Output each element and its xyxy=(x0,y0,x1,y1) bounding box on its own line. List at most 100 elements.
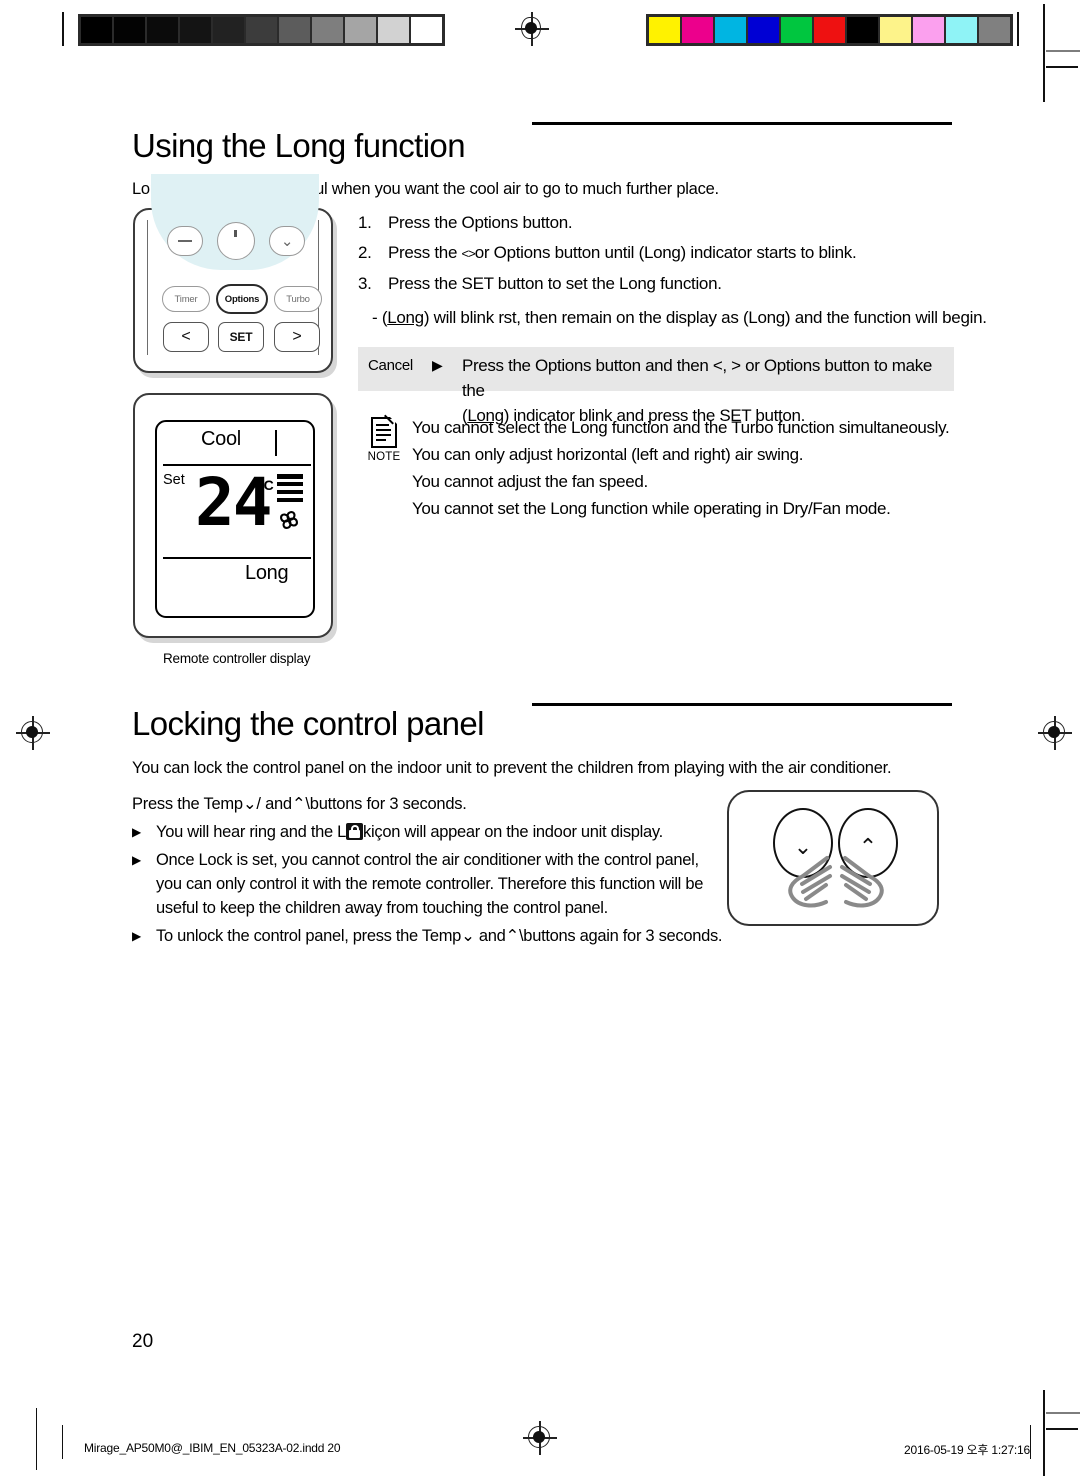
color-swatch xyxy=(649,17,680,43)
grayscale-swatch xyxy=(312,17,343,43)
color-swatch xyxy=(880,17,911,43)
note-line: You can only adjust horizontal (left and… xyxy=(412,445,804,464)
bullet-text: Once Lock is set, you cannot control the… xyxy=(156,851,704,917)
bullet-item: ▶ Once Lock is set, you cannot control t… xyxy=(132,848,732,920)
remote-chevron-down-icon: ⌄ xyxy=(269,226,305,256)
control-panel-illustration: ⌄ ⌃ xyxy=(727,790,939,926)
lcd-long-indicator: Long xyxy=(245,562,289,584)
section-title-locking-control-panel: Locking the control panel xyxy=(132,705,485,742)
lcd-divider-bottom xyxy=(163,557,311,560)
section2-instruction: Press the Temp⌄/ and⌃\buttons for 3 seco… xyxy=(132,795,467,813)
section2-bullet-list: ▶ You will hear ring and the Lkiçon will… xyxy=(132,820,732,948)
bullet-marker-icon: ▶ xyxy=(132,853,141,867)
section-title-rule-1 xyxy=(532,122,952,125)
registration-mark-left xyxy=(16,716,50,750)
remote-turbo-button[interactable]: Turbo xyxy=(274,286,322,312)
left-right-arrow-icon: <> xyxy=(461,246,476,261)
lcd-mode-label: Cool xyxy=(201,428,241,450)
calibration-tick-left xyxy=(62,12,64,46)
crop-mark-bottom-black xyxy=(1046,1428,1078,1430)
grayscale-swatch xyxy=(81,17,112,43)
lcd-fan-icon xyxy=(275,506,303,534)
section-title-using-long-function: Using the Long function xyxy=(132,127,466,164)
color-swatch xyxy=(715,17,746,43)
grayscale-swatch xyxy=(378,17,409,43)
bullet-marker-icon: ▶ xyxy=(132,929,141,943)
registration-mark-top xyxy=(515,12,549,46)
note-line: You cannot adjust the fan speed. xyxy=(412,472,648,491)
grayscale-swatch xyxy=(411,17,442,43)
remote-set-button[interactable]: SET xyxy=(218,322,264,352)
bullet-item: ▶ To unlock the control panel, press the… xyxy=(132,924,732,948)
calibration-tick-right xyxy=(1017,12,1019,46)
note-text-list: You cannot select the Long function and … xyxy=(412,414,950,522)
color-swatch xyxy=(946,17,977,43)
remote-controller-illustration: ⌄ Timer Options Turbo < SET > xyxy=(133,174,333,373)
remote-right-button[interactable]: > xyxy=(274,322,320,352)
grayscale-swatch xyxy=(114,17,145,43)
step-item: 3. Press the SET button to set the Long … xyxy=(358,269,998,299)
grayscale-swatch xyxy=(180,17,211,43)
footer-timestamp: 2016-05-19 오후 1:27:16 xyxy=(904,1443,1030,1457)
remote-display-illustration: Cool Set 24 °C Long xyxy=(133,393,333,638)
color-swatch xyxy=(913,17,944,43)
remote-timer-button[interactable]: Timer xyxy=(162,286,210,312)
grayscale-swatch xyxy=(246,17,277,43)
step-text: Press the SET button to set the Long fun… xyxy=(388,274,722,293)
bullet-marker-icon: ▶ xyxy=(132,825,141,839)
crop-mark-vertical-bottom-right xyxy=(1043,1390,1045,1476)
substep-underlined-term: Long xyxy=(387,308,424,327)
note-line: You cannot select the Long function and … xyxy=(412,418,950,437)
grayscale-swatch xyxy=(147,17,178,43)
section2-intro: You can lock the control panel on the in… xyxy=(132,759,892,777)
color-swatch xyxy=(814,17,845,43)
color-swatch xyxy=(781,17,812,43)
lcd-signal-bar xyxy=(275,430,277,456)
registration-mark-right xyxy=(1038,716,1072,750)
cancel-label: Cancel xyxy=(368,357,413,374)
lcd-set-label: Set xyxy=(163,472,185,488)
bullet-text: You will hear ring and the Lkiçon will a… xyxy=(156,823,663,841)
note-icon-group: NOTE xyxy=(356,406,412,522)
step-text: Press the <>or Options button until (Lon… xyxy=(388,243,857,262)
page-number: 20 xyxy=(132,1331,154,1352)
color-calibration-bar xyxy=(646,14,1013,46)
crop-mark-bottom-gray xyxy=(1046,1412,1080,1414)
note-callout: NOTE You cannot select the Long function… xyxy=(356,406,956,522)
color-swatch xyxy=(748,17,779,43)
display-caption: Remote controller display xyxy=(163,651,311,666)
note-label: NOTE xyxy=(367,451,401,463)
hand-icon-right xyxy=(833,850,891,920)
cancel-callout: Cancel ▶ Press the Options button and th… xyxy=(358,347,954,425)
footer-rule-left xyxy=(62,1425,64,1459)
crop-mark-horizontal-black xyxy=(1046,66,1078,68)
remote-swing-icon xyxy=(217,222,255,260)
lcd-unit: °C xyxy=(258,477,274,493)
grayscale-swatch xyxy=(279,17,310,43)
section1-steps-list: 1. Press the Options button. 2. Press th… xyxy=(358,208,998,330)
step-substep: - (Long) will blink rst, then remain on … xyxy=(372,308,987,327)
step-number: 2. xyxy=(358,243,372,262)
lcd-fan-level-bars xyxy=(277,474,303,506)
remote-temp-down-icon xyxy=(167,226,203,256)
lcd-screen: Cool Set 24 °C Long xyxy=(155,420,315,618)
color-swatch xyxy=(979,17,1010,43)
document-page: Using the Long function Long function wi… xyxy=(0,0,1080,1476)
crop-mark-vertical-top-right xyxy=(1043,4,1045,102)
crop-mark-vertical-bottom-left xyxy=(36,1408,38,1470)
grayscale-swatch xyxy=(345,17,376,43)
print-calibration-strip xyxy=(0,8,1080,48)
hand-icon-left xyxy=(781,850,839,920)
remote-options-button[interactable]: Options xyxy=(216,284,268,314)
document-icon xyxy=(371,406,403,448)
grayscale-swatch xyxy=(213,17,244,43)
bullet-text: To unlock the control panel, press the T… xyxy=(156,927,723,945)
remote-left-button[interactable]: < xyxy=(163,322,209,352)
step-text: Press the Options button. xyxy=(388,213,573,232)
color-swatch xyxy=(847,17,878,43)
step-item: 1. Press the Options button. xyxy=(358,208,998,238)
lock-icon xyxy=(346,823,364,840)
note-line: You cannot set the Long function while o… xyxy=(412,499,891,518)
footer-filename: Mirage_AP50M0@_IBIM_EN_05323A-02.indd 20 xyxy=(84,1441,341,1455)
cancel-arrow-icon: ▶ xyxy=(432,357,443,373)
